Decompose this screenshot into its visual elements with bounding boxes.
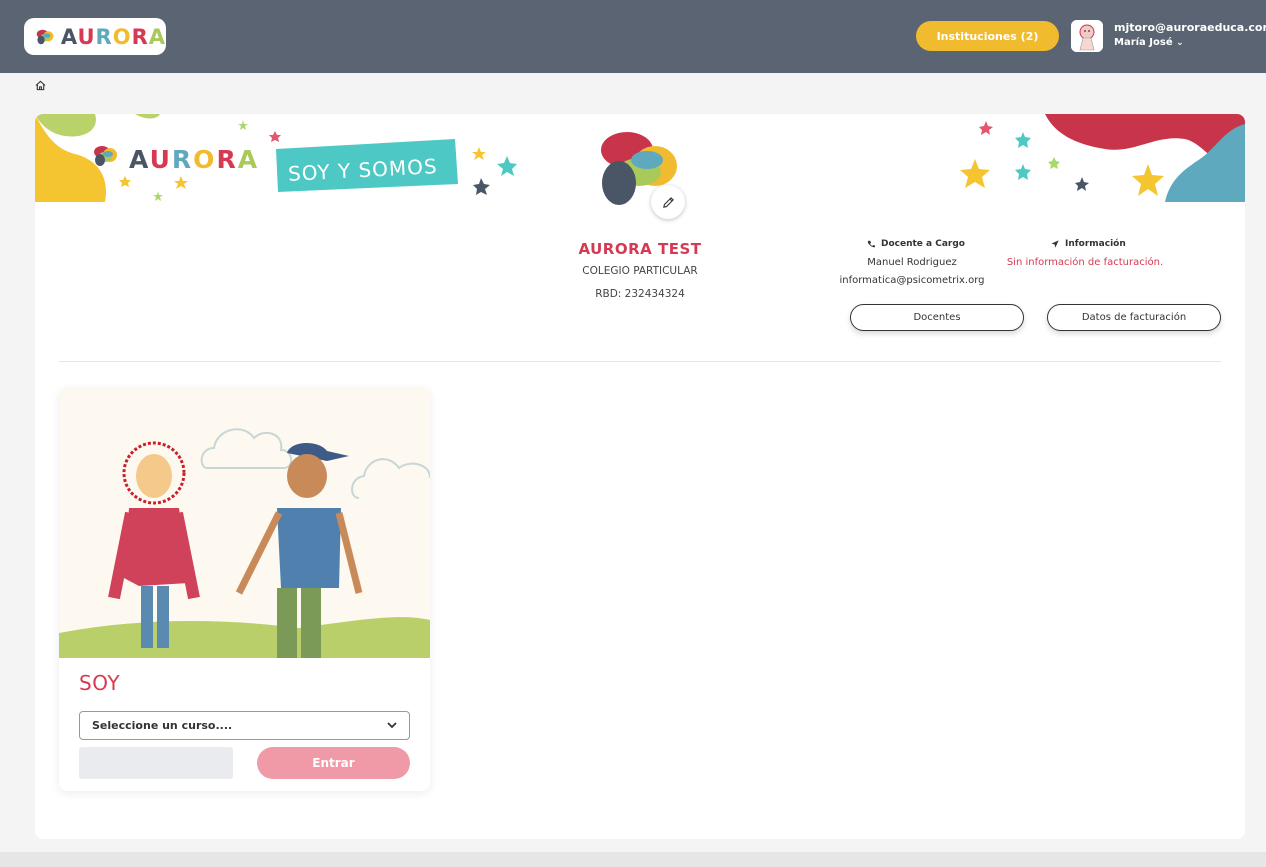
teacher-name: Manuel Rodriguez — [867, 257, 957, 268]
teacher-email: informatica@psicometrix.org — [839, 275, 985, 286]
aurora-logo[interactable]: AURORA — [24, 18, 166, 55]
teachers-button[interactable]: Docentes — [850, 304, 1024, 331]
course-select[interactable]: Seleccione un curso.... — [79, 711, 410, 740]
teacher-heading: Docente a Cargo — [867, 239, 965, 249]
chevron-down-icon: ⌄ — [1176, 38, 1184, 48]
avatar[interactable] — [1071, 20, 1103, 52]
program-title: SOY — [79, 671, 121, 695]
chevron-down-icon — [387, 722, 397, 729]
pencil-icon — [662, 196, 674, 208]
institution-rbd: RBD: 232434324 — [595, 288, 685, 300]
enter-button[interactable]: Entrar — [257, 747, 410, 779]
user-name: María José — [1114, 37, 1173, 48]
information-heading: Información — [1051, 239, 1126, 249]
bottom-scroll-area — [0, 852, 1266, 867]
banner-logo-text: AURORA — [129, 145, 260, 174]
institutions-button[interactable]: Instituciones (2) — [916, 21, 1059, 51]
information-heading-label: Información — [1065, 239, 1126, 249]
code-input[interactable] — [79, 747, 233, 779]
institution-type: COLEGIO PARTICULAR — [582, 265, 698, 277]
billing-data-button[interactable]: Datos de facturación — [1047, 304, 1221, 331]
course-select-value: Seleccione un curso.... — [92, 719, 233, 732]
aurora-logo-mark-icon — [36, 29, 54, 44]
edit-logo-button[interactable] — [651, 185, 685, 219]
user-email: mjtoro@auroraeduca.com — [1114, 21, 1266, 34]
program-card: SOY Seleccione un curso.... Entrar — [59, 388, 430, 791]
avatar-illustration-icon — [1071, 20, 1103, 52]
user-menu-toggle[interactable]: María José ⌄ — [1114, 37, 1184, 48]
divider — [59, 361, 1221, 362]
logo-text: AURORA — [60, 24, 166, 49]
home-icon[interactable] — [35, 80, 46, 91]
location-arrow-icon — [1051, 240, 1059, 248]
program-illustration-icon — [59, 388, 430, 658]
phone-icon — [867, 240, 875, 248]
teacher-heading-label: Docente a Cargo — [881, 239, 965, 249]
institution-card: AURORA SOY Y SOMOS AURORA TEST COLEGIO P… — [35, 114, 1245, 839]
institution-name: AURORA TEST — [578, 240, 702, 258]
top-navbar: AURORA Instituciones (2) mjtoro@auroraed… — [0, 0, 1266, 73]
billing-info-status: Sin información de facturación. — [1006, 257, 1164, 268]
